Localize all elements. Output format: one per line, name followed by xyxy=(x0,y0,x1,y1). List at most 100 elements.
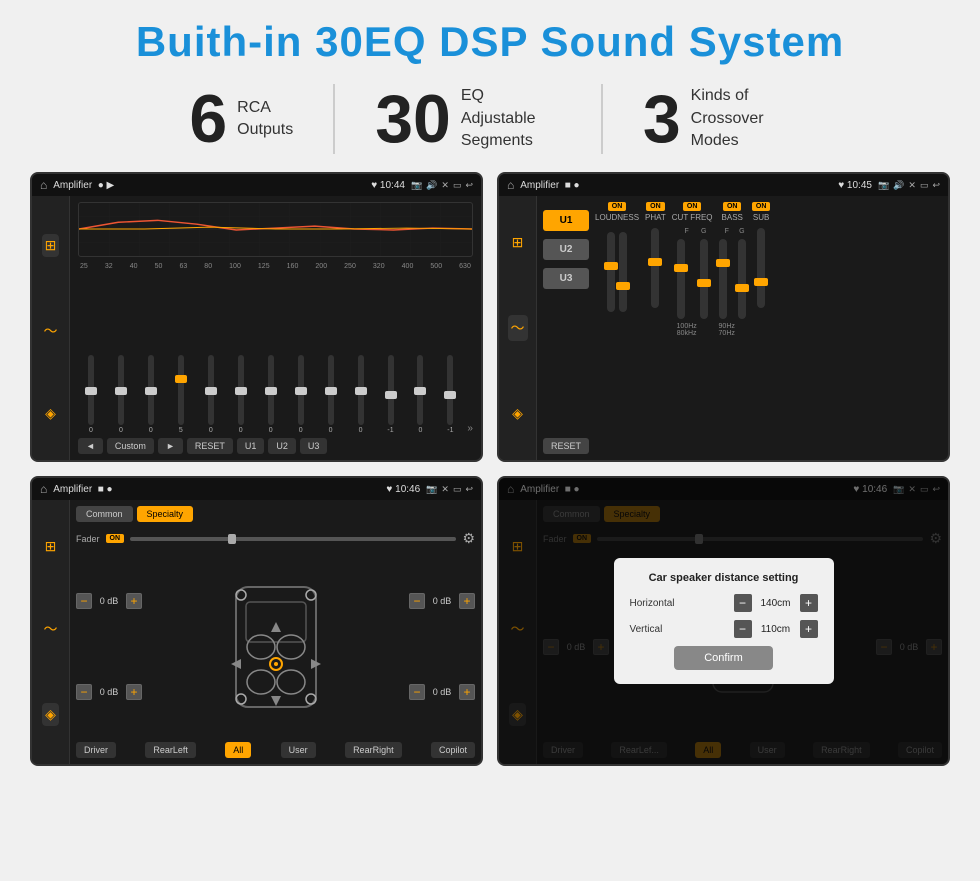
home-icon-3[interactable]: ⌂ xyxy=(40,482,47,496)
status-time-1: ♥ 10:44 xyxy=(371,180,405,191)
bottom-controls-3: Driver RearLeft All User RearRight Copil… xyxy=(76,742,475,758)
u1-select[interactable]: U1 xyxy=(543,210,589,231)
status-bar-1: ⌂ Amplifier ● ▶ ♥ 10:44 📷 🔊 ✕ ▭ ↩ xyxy=(32,174,481,196)
u2-button-1[interactable]: U2 xyxy=(268,438,296,454)
tab-buttons-3: Common Specialty xyxy=(76,506,475,522)
u3-select[interactable]: U3 xyxy=(543,268,589,289)
db-minus-fr[interactable]: − xyxy=(409,593,425,609)
db-control-rl: − 0 dB + xyxy=(76,684,142,700)
page-title: Buith-in 30EQ DSP Sound System xyxy=(136,18,844,66)
distance-dialog: Car speaker distance setting Horizontal … xyxy=(614,558,834,684)
stats-row: 6 RCAOutputs 30 EQ AdjustableSegments 3 … xyxy=(30,84,950,154)
db-plus-rl[interactable]: + xyxy=(126,684,142,700)
speaker-icon-2[interactable]: ◈ xyxy=(512,405,523,422)
fader-slider[interactable] xyxy=(130,537,456,541)
screens-grid: ⌂ Amplifier ● ▶ ♥ 10:44 📷 🔊 ✕ ▭ ↩ ⊞ 〜 ◈ xyxy=(30,172,950,766)
vertical-minus[interactable]: − xyxy=(734,620,752,638)
db-minus-rr[interactable]: − xyxy=(409,684,425,700)
more-icon[interactable]: » xyxy=(467,423,473,434)
vertical-plus[interactable]: + xyxy=(800,620,818,638)
dialog-title: Car speaker distance setting xyxy=(630,572,818,584)
vertical-row: Vertical − 110cm + xyxy=(630,620,818,638)
slider-8: 0 xyxy=(288,355,314,434)
status-time-2: ♥ 10:45 xyxy=(838,180,872,191)
db-plus-fl[interactable]: + xyxy=(126,593,142,609)
speaker-icon[interactable]: ◈ xyxy=(45,405,56,422)
confirm-button[interactable]: Confirm xyxy=(674,646,773,670)
on-badge-bass: ON xyxy=(723,202,742,211)
status-icons-1: 📷 🔊 ✕ ▭ ↩ xyxy=(411,180,473,191)
eq-icon-3[interactable]: ⊞ xyxy=(45,538,57,555)
vertical-stepper: − 110cm + xyxy=(734,620,818,638)
tab-common-3[interactable]: Common xyxy=(76,506,133,522)
vertical-label: Vertical xyxy=(630,624,663,635)
on-badge-cutfreq: ON xyxy=(683,202,702,211)
slider-13: -1 xyxy=(437,355,463,434)
slider-3: 0 xyxy=(138,355,164,434)
status-icons-3: 📷 ✕ ▭ ↩ xyxy=(426,484,473,495)
ctrl-sub: ON SUB xyxy=(752,202,771,454)
rearleft-button[interactable]: RearLeft xyxy=(145,742,196,758)
status-title-1: Amplifier ● ▶ xyxy=(53,180,365,191)
window-icon-3: ▭ xyxy=(453,484,462,495)
wave-icon[interactable]: 〜 xyxy=(44,321,58,341)
status-icons-2: 📷 🔊 ✕ ▭ ↩ xyxy=(878,180,940,191)
slider-2: 0 xyxy=(108,355,134,434)
crossover-screen-body: ⊞ 〜 ◈ U1 U2 U3 RESET ON LOU xyxy=(499,196,948,460)
horizontal-plus[interactable]: + xyxy=(800,594,818,612)
window-icon-2: ▭ xyxy=(920,180,929,191)
rearright-button[interactable]: RearRight xyxy=(345,742,402,758)
ctrl-bass: ON BASS F 90Hz 70Hz G xyxy=(719,202,746,454)
reset-button-1[interactable]: RESET xyxy=(187,438,233,454)
u2-select[interactable]: U2 xyxy=(543,239,589,260)
driver-button[interactable]: Driver xyxy=(76,742,116,758)
home-icon-2[interactable]: ⌂ xyxy=(507,178,514,192)
label-phat: PHAT xyxy=(645,213,666,222)
label-sub: SUB xyxy=(753,213,769,222)
status-time-3: ♥ 10:46 xyxy=(386,484,420,495)
copilot-button[interactable]: Copilot xyxy=(431,742,475,758)
screen-eq: ⌂ Amplifier ● ▶ ♥ 10:44 📷 🔊 ✕ ▭ ↩ ⊞ 〜 ◈ xyxy=(30,172,483,462)
tab-specialty-3[interactable]: Specialty xyxy=(137,506,194,522)
eq-main: 2532405063 80100125160200 25032040050063… xyxy=(70,196,481,460)
on-badge-sub: ON xyxy=(752,202,771,211)
left-sidebar-1: ⊞ 〜 ◈ xyxy=(32,196,70,460)
db-plus-fr[interactable]: + xyxy=(459,593,475,609)
screen-speaker: ⌂ Amplifier ■ ● ♥ 10:46 📷 ✕ ▭ ↩ ⊞ 〜 ◈ xyxy=(30,476,483,766)
db-control-fr: − 0 dB + xyxy=(409,593,475,609)
wave-icon-3[interactable]: 〜 xyxy=(44,619,58,639)
back-icon-2[interactable]: ↩ xyxy=(932,180,940,191)
all-button[interactable]: All xyxy=(225,742,251,758)
horizontal-minus[interactable]: − xyxy=(734,594,752,612)
back-icon-3[interactable]: ↩ xyxy=(465,484,473,495)
home-icon-1[interactable]: ⌂ xyxy=(40,178,47,192)
play-button[interactable]: ► xyxy=(158,438,183,454)
db-value-rl: 0 dB xyxy=(95,687,123,697)
slider-10: 0 xyxy=(348,355,374,434)
reset-button-2[interactable]: RESET xyxy=(543,438,589,454)
crossover-controls: ON LOUDNESS ON PHAT xyxy=(595,202,942,454)
label-cutfreq: CUT FREQ xyxy=(672,213,713,222)
user-button[interactable]: User xyxy=(281,742,316,758)
speaker-icon-3[interactable]: ◈ xyxy=(42,703,59,726)
prev-button[interactable]: ◄ xyxy=(78,438,103,454)
eq-icon-2[interactable]: ⊞ xyxy=(512,234,524,251)
u1-button-1[interactable]: U1 xyxy=(237,438,265,454)
x-icon-3: ✕ xyxy=(441,484,449,495)
stat-rca-label: RCAOutputs xyxy=(237,97,293,142)
eq-icon[interactable]: ⊞ xyxy=(42,234,60,257)
on-badge-phat: ON xyxy=(646,202,665,211)
db-minus-fl[interactable]: − xyxy=(76,593,92,609)
back-icon-1[interactable]: ↩ xyxy=(465,180,473,191)
custom-button[interactable]: Custom xyxy=(107,438,154,454)
db-plus-rr[interactable]: + xyxy=(459,684,475,700)
wave-icon-2[interactable]: 〜 xyxy=(508,315,528,341)
settings-icon[interactable]: ⚙ xyxy=(462,530,475,547)
on-badge-loudness: ON xyxy=(608,202,627,211)
speaker-main: Common Specialty Fader ON ⚙ xyxy=(70,500,481,764)
u3-button-1[interactable]: U3 xyxy=(300,438,328,454)
db-minus-rl[interactable]: − xyxy=(76,684,92,700)
eq-screen-body: ⊞ 〜 ◈ xyxy=(32,196,481,460)
db-value-fl: 0 dB xyxy=(95,596,123,606)
freq-labels: 2532405063 80100125160200 25032040050063… xyxy=(78,263,473,270)
